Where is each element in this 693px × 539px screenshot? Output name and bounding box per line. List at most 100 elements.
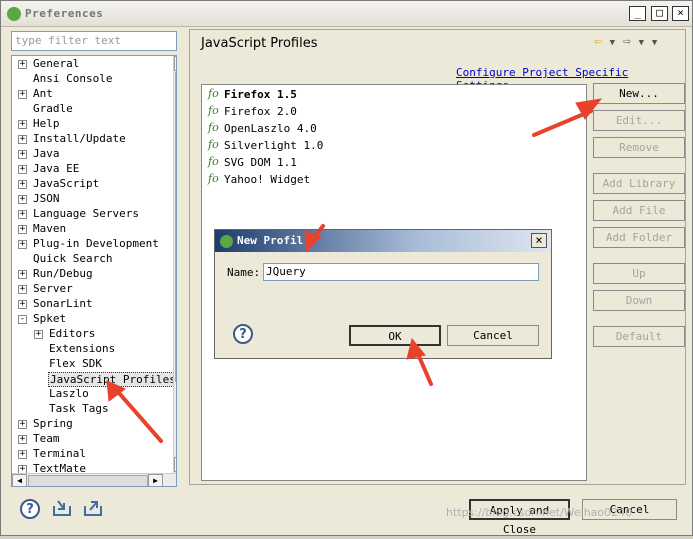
preferences-window: Preferences _ □ × type filter text + Gene… (0, 0, 693, 536)
dialog-app-icon (220, 235, 233, 248)
close-button[interactable]: × (672, 6, 689, 21)
function-icon: fo (208, 138, 219, 151)
tree-item-label: Task Tags (49, 402, 109, 415)
export-icon[interactable] (82, 498, 104, 518)
expand-icon[interactable]: + (18, 135, 27, 144)
scroll-right-icon[interactable]: ▶ (148, 474, 163, 486)
new-button[interactable]: New... (593, 83, 685, 104)
expand-icon[interactable]: + (18, 435, 27, 444)
import-icon[interactable] (51, 498, 73, 518)
name-label: Name: (227, 266, 261, 279)
tree-item-label: Laszlo (49, 387, 89, 400)
up-button[interactable]: Up (593, 263, 685, 284)
profile-item[interactable]: fo Firefox 1.5 (208, 87, 297, 103)
function-icon: fo (208, 172, 219, 185)
profile-label: OpenLaszlo 4.0 (224, 122, 317, 135)
dialog-help-icon[interactable]: ? (233, 324, 253, 344)
scroll-up-icon[interactable]: ▲ (174, 56, 176, 71)
page-nav: ⇦ ▼ ⇨ ▼ ▼ (594, 34, 657, 49)
filter-input[interactable]: type filter text (11, 31, 177, 51)
name-input[interactable]: JQuery (263, 263, 539, 281)
help-icon[interactable]: ? (20, 499, 40, 519)
tree-horizontal-scrollbar[interactable]: ◀ ▶ (12, 473, 176, 486)
profile-item[interactable]: fo Silverlight 1.0 (208, 138, 324, 154)
tree-item-label: General (33, 57, 80, 70)
function-icon: fo (208, 121, 219, 134)
tree-item-label: Spket (33, 312, 67, 325)
expand-icon[interactable]: + (18, 60, 27, 69)
expand-icon[interactable]: + (18, 285, 27, 294)
profile-label: Silverlight 1.0 (224, 139, 324, 152)
tree-item-label: Help (33, 117, 60, 130)
tree-vertical-scrollbar[interactable]: ▲ ▼ (173, 56, 176, 473)
profile-item[interactable]: fo SVG DOM 1.1 (208, 155, 297, 171)
hscroll-thumb[interactable] (28, 475, 148, 486)
profile-item[interactable]: fo OpenLaszlo 4.0 (208, 121, 317, 137)
expand-icon[interactable]: + (18, 420, 27, 429)
scroll-down-icon[interactable]: ▼ (174, 457, 176, 472)
page-title: JavaScript Profiles (201, 36, 318, 51)
dialog-close-icon[interactable]: × (531, 233, 547, 248)
back-icon[interactable]: ⇦ (594, 34, 602, 49)
expand-icon[interactable]: + (18, 90, 27, 99)
tree-item-label: Server (33, 282, 73, 295)
profile-label: Yahoo! Widget (224, 173, 311, 186)
expand-icon[interactable]: + (18, 165, 27, 174)
default-button[interactable]: Default (593, 326, 685, 347)
expand-icon[interactable]: + (18, 300, 27, 309)
tree-item-label: Language Servers (33, 207, 139, 220)
expand-icon[interactable]: + (18, 270, 27, 279)
scroll-thumb[interactable] (175, 72, 176, 382)
add-folder-button[interactable]: Add Folder (593, 227, 685, 248)
function-icon: fo (208, 87, 219, 100)
window-title: Preferences (25, 7, 104, 20)
down-button[interactable]: Down (593, 290, 685, 311)
dialog-title: New Profil (237, 234, 304, 247)
function-icon: fo (208, 155, 219, 168)
tree-item-label: Terminal (33, 447, 86, 460)
tree-item-label: Spring (33, 417, 73, 430)
forward-menu-icon[interactable]: ▼ (639, 38, 644, 48)
remove-button[interactable]: Remove (593, 137, 685, 158)
tree-item-label: JavaScript (33, 177, 100, 190)
tree-item-label: Quick Search (33, 252, 113, 265)
expand-icon[interactable]: + (18, 120, 27, 129)
function-icon: fo (208, 104, 219, 117)
collapse-icon[interactable]: - (18, 315, 27, 324)
profile-label: Firefox 1.5 (224, 88, 297, 101)
tree-item-label: JSON (33, 192, 60, 205)
expand-icon[interactable]: + (18, 150, 27, 159)
tree-item-label: Java (33, 147, 60, 160)
expand-icon[interactable]: + (18, 225, 27, 234)
edit-button[interactable]: Edit... (593, 110, 685, 131)
tree-item-label: Editors (49, 327, 96, 340)
expand-icon[interactable]: + (18, 210, 27, 219)
maximize-button[interactable]: □ (651, 6, 668, 21)
tree-item-label: Flex SDK (49, 357, 102, 370)
tree-item-label: Install/Update (33, 132, 126, 145)
tree-item-label: Gradle (33, 102, 73, 115)
minimize-button[interactable]: _ (629, 6, 646, 21)
expand-icon[interactable]: + (18, 240, 27, 249)
profile-item[interactable]: fo Yahoo! Widget (208, 172, 311, 188)
back-menu-icon[interactable]: ▼ (610, 38, 615, 48)
preference-tree: + General Ansi Console + Ant Gradle + Help + Inst… (11, 55, 177, 487)
dialog-title-bar: New Profil × (215, 230, 551, 252)
add-file-button[interactable]: Add File (593, 200, 685, 221)
scroll-left-icon[interactable]: ◀ (12, 474, 27, 486)
expand-icon[interactable]: + (34, 330, 43, 339)
ok-button[interactable]: OK (349, 325, 441, 346)
expand-icon[interactable]: + (18, 195, 27, 204)
tree-item-label: Ansi Console (33, 72, 113, 85)
add-library-button[interactable]: Add Library (593, 173, 685, 194)
watermark: https://blog.csdn.net/Weihao0240 (446, 506, 633, 519)
profile-item[interactable]: fo Firefox 2.0 (208, 104, 297, 120)
view-menu-icon[interactable]: ▼ (652, 38, 657, 48)
forward-icon[interactable]: ⇨ (623, 34, 631, 49)
tree-item-label: Team (33, 432, 60, 445)
expand-icon[interactable]: + (18, 450, 27, 459)
expand-icon[interactable]: + (18, 180, 27, 189)
dialog-cancel-button[interactable]: Cancel (447, 325, 539, 346)
tree-item-label: Extensions (49, 342, 116, 355)
tree-item-label: JavaScript Profiles (48, 372, 176, 387)
